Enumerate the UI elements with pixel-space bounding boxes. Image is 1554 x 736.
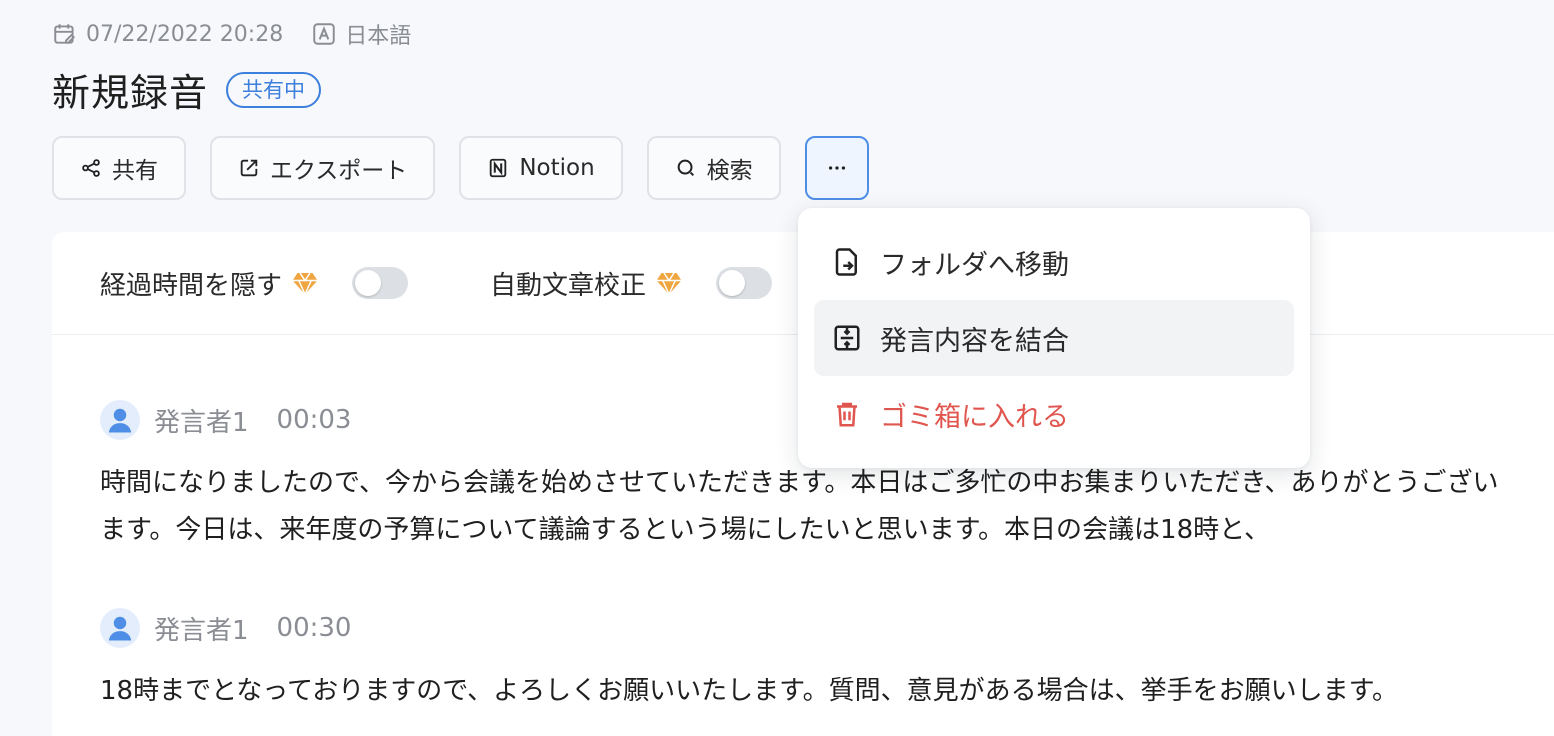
user-icon xyxy=(108,616,132,641)
more-horizontal-icon xyxy=(828,166,845,170)
auto-correct-toggle[interactable] xyxy=(716,267,773,299)
notion-button[interactable]: Notion xyxy=(459,136,623,200)
calendar-edit-icon xyxy=(54,24,76,44)
search-button[interactable]: 検索 xyxy=(646,136,781,200)
share-button-label: 共有 xyxy=(112,158,158,184)
export-button-label: エクスポート xyxy=(270,158,408,184)
shared-status-badge: 共有中 xyxy=(226,71,322,108)
segment-header: 発言者1 00:30 xyxy=(100,608,1520,648)
title-row: 新規録音 共有中 xyxy=(52,62,322,117)
hide-elapsed-toggle[interactable] xyxy=(352,267,409,299)
datetime-meta: 07/22/2022 20:28 xyxy=(52,21,283,47)
user-icon xyxy=(108,408,132,433)
menu-item-move-to-folder[interactable]: フォルダへ移動 xyxy=(814,224,1294,300)
export-icon xyxy=(240,159,258,177)
language-a-icon xyxy=(313,23,335,45)
segment-timestamp[interactable]: 00:03 xyxy=(277,405,352,435)
merge-icon xyxy=(834,325,860,351)
hide-elapsed-label: 経過時間を隠す xyxy=(100,270,283,301)
menu-item-merge-utterances[interactable]: 発言内容を結合 xyxy=(814,300,1294,376)
premium-gem-icon xyxy=(292,272,318,297)
language-meta: 日本語 xyxy=(311,18,411,50)
menu-item-label: ゴミ箱に入れる xyxy=(880,401,1069,433)
auto-correct-label: 自動文章校正 xyxy=(490,270,647,301)
recording-datetime: 07/22/2022 20:28 xyxy=(86,21,284,47)
auto-correct-setting: 自動文章校正 xyxy=(490,265,773,302)
segment-text[interactable]: 18時までとなっておりますので、よろしくお願いいたします。質問、意見がある場合は… xyxy=(100,668,1520,715)
trash-icon xyxy=(837,402,857,427)
toggle-knob xyxy=(719,270,746,296)
speaker-name[interactable]: 発言者1 xyxy=(154,402,249,439)
recording-language: 日本語 xyxy=(345,24,412,49)
share-icon xyxy=(82,159,100,177)
search-button-label: 検索 xyxy=(706,158,753,184)
speaker-avatar[interactable] xyxy=(100,400,140,440)
premium-gem-icon xyxy=(656,272,682,297)
page-title[interactable]: 新規録音 xyxy=(52,62,208,117)
toolbar: 共有 エクスポート Notion 検索 xyxy=(52,136,869,200)
hide-elapsed-setting: 経過時間を隠す xyxy=(100,265,409,302)
segment-text[interactable]: 時間になりましたので、今から会議を始めさせていただきます。本日はご多忙の中お集ま… xyxy=(100,460,1520,554)
menu-item-label: 発言内容を結合 xyxy=(880,325,1069,357)
meta-row: 07/22/2022 20:28 日本語 xyxy=(52,18,429,50)
export-button[interactable]: エクスポート xyxy=(210,136,436,200)
notion-icon xyxy=(490,158,507,178)
move-to-folder-icon xyxy=(835,248,857,276)
share-button[interactable]: 共有 xyxy=(52,136,186,200)
menu-item-move-to-trash[interactable]: ゴミ箱に入れる xyxy=(814,376,1294,452)
more-options-button[interactable] xyxy=(804,136,869,200)
notion-button-label: Notion xyxy=(519,155,595,181)
segment-timestamp[interactable]: 00:30 xyxy=(277,613,352,643)
toggle-knob xyxy=(355,270,382,296)
speaker-name[interactable]: 発言者1 xyxy=(154,610,249,647)
more-options-menu: フォルダへ移動 発言内容を結合 ゴミ箱に入れる xyxy=(798,208,1310,468)
speaker-avatar[interactable] xyxy=(100,608,140,648)
transcript-segment[interactable]: 発言者1 00:30 18時までとなっておりますので、よろしくお願いいたします。… xyxy=(100,608,1520,715)
search-icon xyxy=(677,159,694,177)
menu-item-label: フォルダへ移動 xyxy=(880,249,1069,281)
